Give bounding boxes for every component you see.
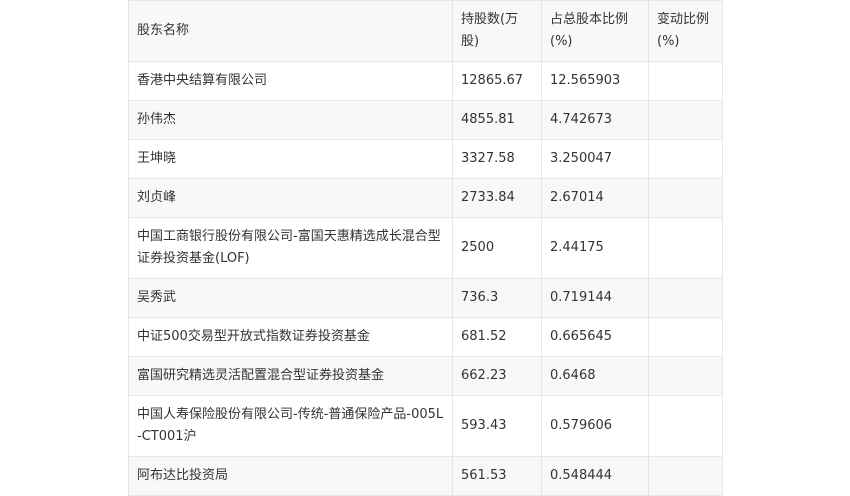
cell-change-ratio	[648, 178, 723, 218]
cell-shareholder-name: 阿布达比投资局	[128, 456, 453, 496]
table-row: 中国工商银行股份有限公司-富国天惠精选成长混合型证券投资基金(LOF) 2500…	[128, 217, 723, 279]
table-row: 阿布达比投资局 561.53 0.548444	[128, 456, 723, 496]
table-row: 富国研究精选灵活配置混合型证券投资基金 662.23 0.6468	[128, 356, 723, 396]
cell-shares-held: 593.43	[452, 395, 542, 457]
cell-shares-held: 561.53	[452, 456, 542, 496]
cell-shares-held: 681.52	[452, 317, 542, 357]
table-row: 香港中央结算有限公司 12865.67 12.565903	[128, 61, 723, 101]
cell-shareholder-name: 王坤晓	[128, 139, 453, 179]
shareholder-table-container: 股东名称 持股数(万股) 占总股本比例(%) 变动比例(%) 香港中央结算有限公…	[128, 0, 723, 496]
table-row: 中证500交易型开放式指数证券投资基金 681.52 0.665645	[128, 317, 723, 357]
cell-change-ratio	[648, 217, 723, 279]
cell-shares-held: 3327.58	[452, 139, 542, 179]
cell-change-ratio	[648, 100, 723, 140]
cell-share-ratio: 2.44175	[541, 217, 649, 279]
cell-shareholder-name: 富国研究精选灵活配置混合型证券投资基金	[128, 356, 453, 396]
table-row: 刘贞峰 2733.84 2.67014	[128, 178, 723, 218]
cell-shares-held: 2733.84	[452, 178, 542, 218]
table-header-row: 股东名称 持股数(万股) 占总股本比例(%) 变动比例(%)	[128, 0, 723, 62]
cell-share-ratio: 3.250047	[541, 139, 649, 179]
shareholder-table: 股东名称 持股数(万股) 占总股本比例(%) 变动比例(%) 香港中央结算有限公…	[128, 0, 723, 496]
cell-shares-held: 12865.67	[452, 61, 542, 101]
cell-change-ratio	[648, 139, 723, 179]
cell-share-ratio: 0.548444	[541, 456, 649, 496]
cell-shareholder-name: 刘贞峰	[128, 178, 453, 218]
cell-shares-held: 4855.81	[452, 100, 542, 140]
cell-share-ratio: 4.742673	[541, 100, 649, 140]
cell-share-ratio: 0.665645	[541, 317, 649, 357]
header-change-ratio: 变动比例(%)	[648, 0, 723, 62]
cell-change-ratio	[648, 395, 723, 457]
header-shareholder-name: 股东名称	[128, 0, 453, 62]
cell-change-ratio	[648, 61, 723, 101]
table-row: 中国人寿保险股份有限公司-传统-普通保险产品-005L-CT001沪 593.4…	[128, 395, 723, 457]
cell-share-ratio: 2.67014	[541, 178, 649, 218]
cell-shareholder-name: 孙伟杰	[128, 100, 453, 140]
cell-change-ratio	[648, 456, 723, 496]
cell-shareholder-name: 中证500交易型开放式指数证券投资基金	[128, 317, 453, 357]
table-row: 吴秀武 736.3 0.719144	[128, 278, 723, 318]
cell-share-ratio: 0.6468	[541, 356, 649, 396]
table-row: 王坤晓 3327.58 3.250047	[128, 139, 723, 179]
cell-shareholder-name: 中国工商银行股份有限公司-富国天惠精选成长混合型证券投资基金(LOF)	[128, 217, 453, 279]
cell-shares-held: 2500	[452, 217, 542, 279]
cell-share-ratio: 0.579606	[541, 395, 649, 457]
cell-shares-held: 736.3	[452, 278, 542, 318]
cell-change-ratio	[648, 317, 723, 357]
cell-share-ratio: 0.719144	[541, 278, 649, 318]
cell-shareholder-name: 吴秀武	[128, 278, 453, 318]
cell-change-ratio	[648, 356, 723, 396]
header-share-ratio: 占总股本比例(%)	[541, 0, 649, 62]
cell-shareholder-name: 中国人寿保险股份有限公司-传统-普通保险产品-005L-CT001沪	[128, 395, 453, 457]
cell-change-ratio	[648, 278, 723, 318]
cell-shares-held: 662.23	[452, 356, 542, 396]
table-row: 孙伟杰 4855.81 4.742673	[128, 100, 723, 140]
cell-share-ratio: 12.565903	[541, 61, 649, 101]
header-shares-held: 持股数(万股)	[452, 0, 542, 62]
cell-shareholder-name: 香港中央结算有限公司	[128, 61, 453, 101]
